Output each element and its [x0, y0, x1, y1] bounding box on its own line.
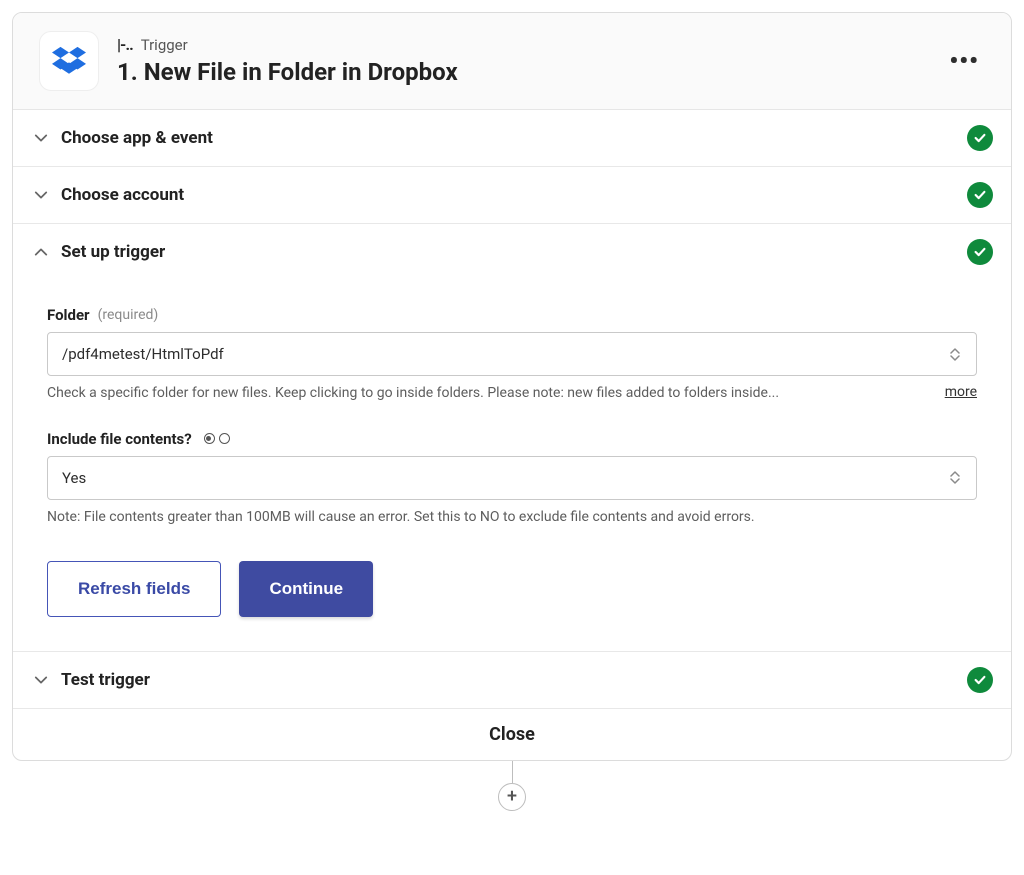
field-label: Include file contents?: [47, 430, 192, 448]
helper-row: Note: File contents greater than 100MB w…: [47, 508, 977, 528]
header-kicker-label: Trigger: [141, 36, 188, 54]
section-label: Choose account: [61, 185, 967, 205]
field-required-hint: (required): [98, 307, 159, 323]
field-folder: Folder (required) /pdf4metest/HtmlToPdf …: [47, 306, 977, 404]
field-label: Folder: [47, 306, 90, 324]
section-label: Set up trigger: [61, 242, 967, 262]
add-step-below: +: [12, 761, 1012, 811]
app-icon-container: [39, 31, 99, 91]
include-contents-select[interactable]: Yes: [47, 456, 977, 500]
helper-row: Check a specific folder for new files. K…: [47, 384, 977, 404]
setup-trigger-body: Folder (required) /pdf4metest/HtmlToPdf …: [13, 280, 1011, 652]
field-label-row: Include file contents?: [47, 430, 977, 448]
section-test-trigger[interactable]: Test trigger: [13, 652, 1011, 709]
include-contents-helper-text: Note: File contents greater than 100MB w…: [47, 508, 977, 528]
status-complete-icon: [967, 182, 993, 208]
chevron-down-icon: [31, 128, 51, 148]
folder-select[interactable]: /pdf4metest/HtmlToPdf: [47, 332, 977, 376]
connector-line: [512, 761, 513, 783]
section-setup-trigger[interactable]: Set up trigger: [13, 224, 1011, 280]
trigger-step-panel: |‑‥ Trigger 1. New File in Folder in Dro…: [12, 12, 1012, 761]
include-contents-value: Yes: [62, 469, 948, 487]
status-complete-icon: [967, 239, 993, 265]
select-stepper-icon: [948, 471, 962, 484]
status-complete-icon: [967, 125, 993, 151]
folder-select-value: /pdf4metest/HtmlToPdf: [62, 345, 948, 363]
continue-button[interactable]: Continue: [239, 561, 373, 617]
dropbox-icon: [52, 46, 86, 76]
radio-empty-icon: [219, 433, 230, 444]
add-step-button[interactable]: +: [498, 783, 526, 811]
more-menu-button[interactable]: •••: [943, 43, 985, 79]
close-button[interactable]: Close: [13, 709, 1011, 760]
field-label-row: Folder (required): [47, 306, 977, 324]
radio-filled-icon: [204, 433, 215, 444]
section-label: Test trigger: [61, 670, 967, 690]
more-link[interactable]: more: [945, 384, 977, 400]
chevron-down-icon: [31, 185, 51, 205]
section-label: Choose app & event: [61, 128, 967, 148]
field-required-radio-icon: [204, 433, 230, 444]
trigger-glyph-icon: |‑‥: [117, 35, 133, 54]
folder-helper-text: Check a specific folder for new files. K…: [47, 384, 929, 404]
step-header: |‑‥ Trigger 1. New File in Folder in Dro…: [13, 13, 1011, 110]
status-complete-icon: [967, 667, 993, 693]
chevron-up-icon: [31, 242, 51, 262]
section-choose-account[interactable]: Choose account: [13, 167, 1011, 224]
select-stepper-icon: [948, 348, 962, 361]
step-title: 1. New File in Folder in Dropbox: [117, 57, 943, 87]
plus-icon: +: [507, 788, 517, 806]
section-choose-app-event[interactable]: Choose app & event: [13, 110, 1011, 167]
header-kicker: |‑‥ Trigger: [117, 35, 943, 54]
buttons-row: Refresh fields Continue: [47, 561, 977, 617]
field-include-contents: Include file contents? Yes Note: File co…: [47, 430, 977, 528]
header-text: |‑‥ Trigger 1. New File in Folder in Dro…: [117, 35, 943, 87]
refresh-fields-button[interactable]: Refresh fields: [47, 561, 221, 617]
chevron-down-icon: [31, 670, 51, 690]
